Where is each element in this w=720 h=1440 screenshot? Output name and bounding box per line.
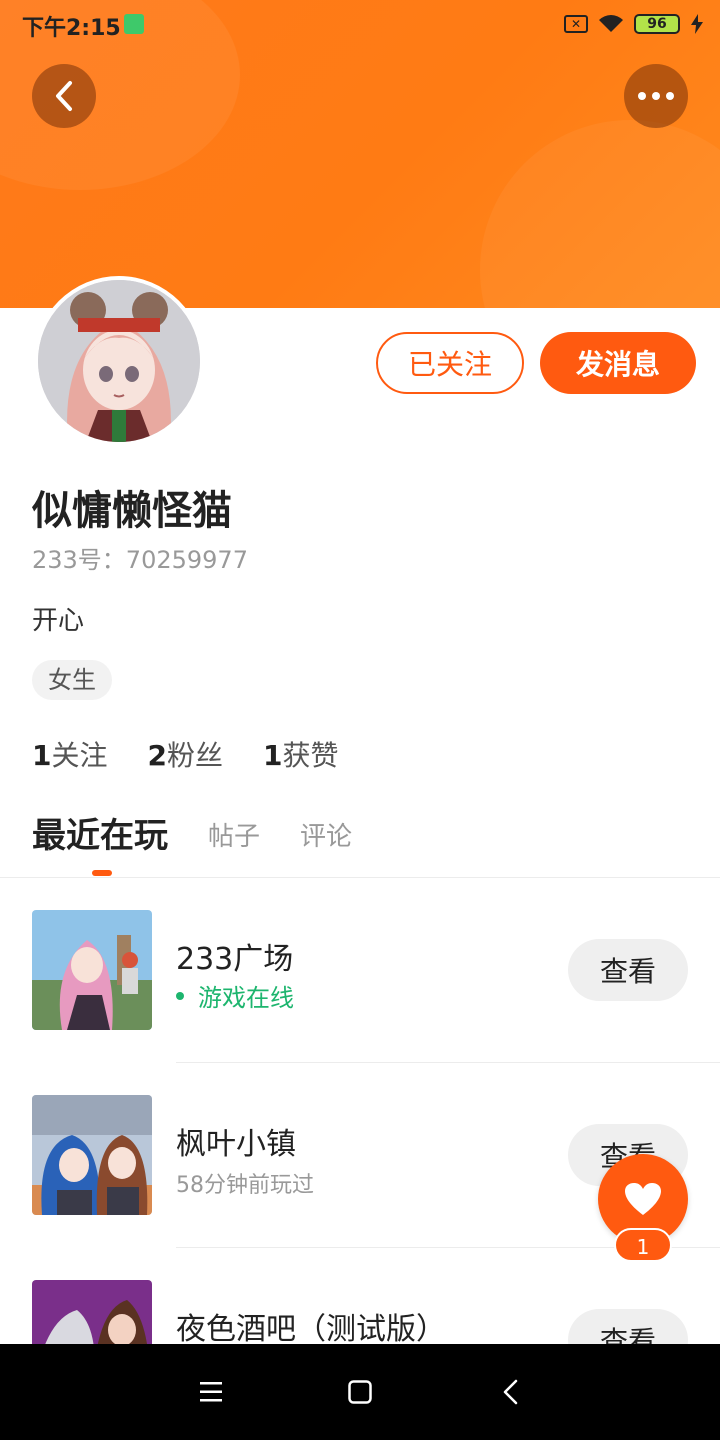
- more-options-button[interactable]: [624, 64, 688, 128]
- online-dot-icon: [176, 991, 184, 1000]
- avatar[interactable]: [34, 276, 204, 446]
- tab-recently-played[interactable]: 最近在玩: [32, 808, 168, 857]
- game-title: 夜色酒吧（测试版）: [176, 1312, 446, 1347]
- send-message-button[interactable]: 发消息: [540, 332, 696, 394]
- avatar-image: [38, 280, 200, 442]
- nav-back-icon[interactable]: [502, 1379, 518, 1405]
- stat-following[interactable]: 1关注: [32, 734, 108, 774]
- status-time: 下午2:15: [22, 16, 121, 41]
- charging-icon: [691, 14, 703, 34]
- game-title: 233广场: [176, 942, 294, 977]
- menu-icon[interactable]: [200, 1382, 222, 1402]
- user-name: 似慵懒怪猫: [32, 488, 232, 534]
- back-icon: [56, 81, 72, 111]
- game-row[interactable]: 233广场 游戏在线 查看: [0, 878, 720, 1064]
- heart-icon: [625, 1183, 661, 1215]
- game-thumbnail: [32, 910, 152, 1030]
- no-sim-icon: ✕: [564, 15, 588, 33]
- profile-stats: 1关注 2粉丝 1获赞: [32, 734, 339, 774]
- game-title: 枫叶小镇: [176, 1127, 296, 1162]
- tab-comments[interactable]: 评论: [300, 816, 352, 857]
- following-button[interactable]: 已关注: [376, 332, 524, 394]
- profile-banner: [0, 0, 720, 308]
- profile-tabs: 最近在玩 帖子 评论: [32, 808, 352, 857]
- stat-fans[interactable]: 2粉丝: [148, 734, 224, 774]
- game-last-played: 58分钟前玩过: [176, 1173, 314, 1198]
- system-navigation-bar: [0, 1344, 720, 1440]
- home-icon[interactable]: [348, 1380, 372, 1404]
- tab-posts[interactable]: 帖子: [208, 816, 260, 857]
- game-thumbnail: [32, 1095, 152, 1215]
- view-game-button[interactable]: 查看: [568, 939, 688, 1001]
- stat-likes[interactable]: 1获赞: [263, 734, 339, 774]
- user-bio: 开心: [32, 606, 85, 636]
- tab-indicator: [92, 870, 112, 876]
- wifi-icon: [599, 15, 623, 32]
- gender-tag: 女生: [32, 660, 112, 700]
- like-count-badge: 1: [614, 1228, 672, 1262]
- game-online-status: 游戏在线: [176, 978, 294, 1013]
- status-icons: ✕ 96: [564, 10, 704, 38]
- back-button[interactable]: [32, 64, 96, 128]
- user-id: 233号：70259977: [32, 546, 248, 574]
- notification-app-icon: [124, 14, 144, 34]
- battery-indicator: 96: [634, 14, 680, 34]
- more-icon: [635, 92, 677, 100]
